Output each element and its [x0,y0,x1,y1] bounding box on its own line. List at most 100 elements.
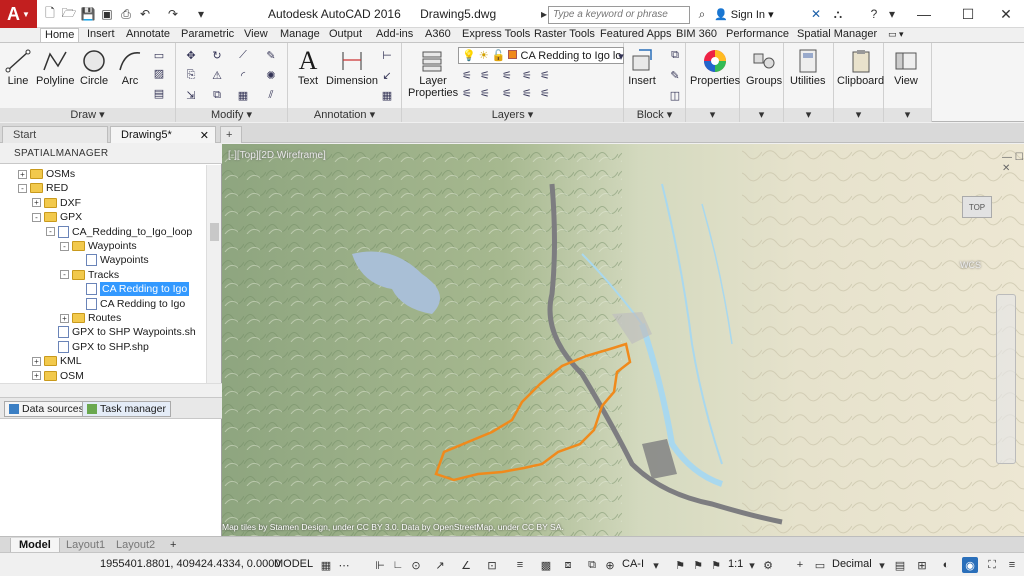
expand-icon[interactable]: + [60,313,69,323]
modify-panel-title[interactable]: Modify ▾ [176,108,287,122]
tab-layout1[interactable]: Layout1 [58,538,113,553]
help-dropdown-icon[interactable]: ▾ [884,6,900,22]
stay-connected-icon[interactable]: ⛬ [830,6,846,22]
customize-quick-access-icon[interactable]: ▾ [193,6,209,22]
line-tool[interactable]: Line [4,47,32,87]
groups-dropdown-icon[interactable]: ▾ [740,108,783,122]
ortho-icon[interactable]: ∟ [390,557,406,573]
collapse-icon[interactable]: - [32,212,41,222]
auto-scale-icon[interactable]: ⚑ [690,557,706,573]
tree-node[interactable]: + KML [32,354,82,368]
mirror-icon[interactable]: ⚠ [210,69,224,82]
tab-annotate[interactable]: Annotate [122,28,174,42]
draw-panel-title[interactable]: Draw ▾ [0,108,175,122]
tab-data-sources[interactable]: Data sources [4,401,89,417]
new-file-icon[interactable]: 🗋 [42,6,58,22]
tab-layout2[interactable]: Layout2 [108,538,163,553]
hardware-acceleration-icon[interactable]: ◉ [962,557,978,573]
tab-a360[interactable]: A360 [421,28,455,42]
layer-tool-icon[interactable]: ⚟ [478,87,492,100]
sign-in-button[interactable]: 👤 Sign In ▾ [714,8,774,21]
scrollbar-thumb[interactable] [210,223,219,241]
dropdown-icon[interactable]: ▾ [744,557,760,573]
object-snap-icon[interactable]: ⊡ [484,557,500,573]
isodraft-icon[interactable]: ↗ [432,557,448,573]
groups-tool[interactable]: Groups [746,47,782,87]
clipboard-dropdown-icon[interactable]: ▾ [834,108,883,122]
annotation-panel-title[interactable]: Annotation ▾ [288,108,401,122]
viewport-controls-label[interactable]: [-][Top][2D Wireframe] [228,150,326,161]
clean-screen-icon[interactable]: ⛶ [984,557,1000,573]
new-tab-icon[interactable]: + [220,126,242,143]
circle-tool[interactable]: Circle [80,47,108,87]
new-layout-icon[interactable]: + [162,538,184,553]
lineweight-icon[interactable]: ≡ [512,557,528,573]
dimension-tool[interactable]: Dimension [326,47,378,87]
tree-node[interactable]: CA Redding to Igo [74,297,185,311]
attribute-icon[interactable]: ◫ [668,89,682,102]
tab-express-tools[interactable]: Express Tools [458,28,534,42]
tree-node[interactable]: - CA_Redding_to_Igo_loop [46,225,192,239]
isolate-objects-icon[interactable]: ◐ [938,557,954,573]
save-as-icon[interactable]: ▣ [99,6,115,22]
annotation-scale-label[interactable]: 1:1 [728,558,743,570]
layer-dropdown[interactable]: 💡 ☀ 🔓 CA Redding to Igo lo [458,47,624,64]
layers-panel-title[interactable]: Layers ▾ [402,108,623,122]
layer-tool-icon[interactable]: ⚟ [460,69,474,82]
coordinate-system-label[interactable]: CA-I [622,558,644,570]
tab-drawing5[interactable]: Drawing5* ✕ [110,126,216,143]
viewcube[interactable]: TOP [962,196,992,218]
rotate-icon[interactable]: ↻ [210,49,224,62]
insert-tool[interactable]: Insert [628,47,656,87]
tree-node[interactable]: - Waypoints [60,239,137,253]
expand-icon[interactable]: + [32,356,41,366]
workspace-gear-icon[interactable]: ⚙ [760,557,776,573]
layer-properties-tool[interactable]: Layer Properties [408,47,458,99]
quick-properties-icon[interactable]: ▤ [892,557,908,573]
layer-tool-icon[interactable]: ⚟ [500,87,514,100]
layer-tool-icon[interactable]: ⚟ [520,69,534,82]
transparency-icon[interactable]: ▩ [538,557,554,573]
table-icon[interactable]: ▦ [380,89,394,102]
tree-node[interactable]: CA Redding to Igo [74,282,190,297]
spatial-manager-status-icon[interactable]: ⊕ [602,557,618,573]
undo-icon[interactable]: ↶ [137,6,153,22]
search-input[interactable]: Type a keyword or phrase [548,6,690,24]
infer-constraints-icon[interactable]: ⊩ [372,557,388,573]
annotation-visibility-icon[interactable]: ⚑ [672,557,688,573]
leader-icon[interactable]: ↙ [380,69,394,82]
region-icon[interactable]: ▤ [152,87,166,100]
annotation-monitor-icon[interactable]: ⧉ [584,557,600,573]
erase-icon[interactable]: ✎ [264,49,278,62]
properties-dropdown-icon[interactable]: ▾ [686,108,739,122]
lock-ui-icon[interactable]: ⊞ [914,557,930,573]
offset-icon[interactable]: ⫽ [264,89,278,101]
tab-parametric[interactable]: Parametric [177,28,238,42]
redo-icon[interactable]: ↷ [165,6,181,22]
layer-tool-icon[interactable]: ⚟ [538,69,552,82]
tree-node[interactable]: - RED [18,181,68,195]
polyline-tool[interactable]: Polyline [36,47,75,87]
scale-icon[interactable]: ⧉ [210,89,224,101]
trim-icon[interactable]: ⟋ [236,49,250,61]
tab-output[interactable]: Output [325,28,366,42]
tree-node[interactable]: - Tracks [60,268,119,282]
annotation-scale-icon[interactable]: ⚑ [708,557,724,573]
explode-icon[interactable]: ✺ [264,69,278,82]
collapse-icon[interactable]: - [60,241,69,251]
coordinates-readout[interactable]: 1955401.8801, 409424.4334, 0.0000 [100,558,280,570]
dropdown-icon[interactable]: ▾ [648,557,664,573]
tree-node[interactable]: - GPX [32,210,82,224]
viewport-window-controls[interactable]: — ☐ ✕ [1002,152,1024,174]
copy-icon[interactable]: ⎘ [184,69,198,81]
tab-task-manager[interactable]: Task manager [82,401,171,417]
binoculars-icon[interactable]: ⌕ [694,6,710,22]
collapse-icon[interactable]: - [18,183,27,193]
properties-tool[interactable]: Properties [690,47,740,87]
tree-node[interactable]: + Routes [60,311,121,325]
layer-tool-icon[interactable]: ⚟ [538,87,552,100]
layer-tool-icon[interactable]: ⚟ [478,69,492,82]
expand-icon[interactable]: + [32,371,41,381]
clipboard-tool[interactable]: Clipboard [837,47,884,87]
polar-icon[interactable]: ⊙ [408,557,424,573]
